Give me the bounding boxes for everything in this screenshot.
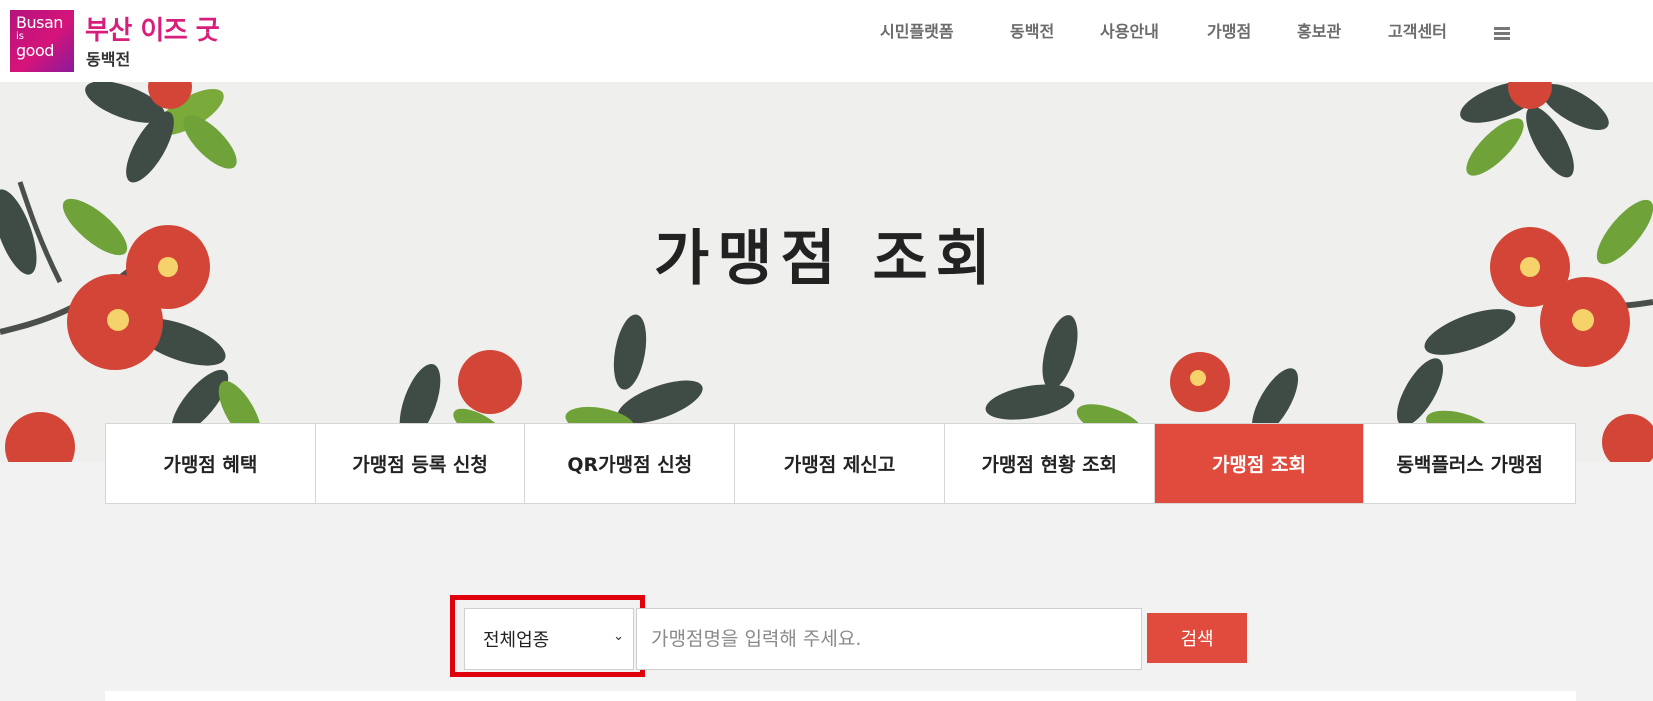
search-area: 전체업종 ⌄ 검색	[0, 504, 1653, 701]
nav-item-usage-guide[interactable]: 사용안내	[1100, 18, 1159, 42]
nav-item-citizen-platform[interactable]: 시민플랫폼	[880, 18, 954, 42]
tab-dongbaek-plus-merchants[interactable]: 동백플러스 가맹점	[1364, 424, 1576, 503]
tab-merchant-benefits[interactable]: 가맹점 혜택	[106, 424, 316, 503]
category-select[interactable]: 전체업종 ⌄	[464, 608, 634, 670]
nav-item-merchants[interactable]: 가맹점	[1207, 18, 1251, 42]
tab-merchant-status[interactable]: 가맹점 현황 조회	[944, 424, 1155, 503]
tab-merchant-registration[interactable]: 가맹점 등록 신청	[315, 424, 526, 503]
nav-item-dongbaekjeon[interactable]: 동백전	[1010, 18, 1054, 42]
brand-title[interactable]: 부산 이즈 굿	[85, 10, 220, 47]
merchant-name-input[interactable]	[636, 608, 1142, 670]
tab-merchant-search[interactable]: 가맹점 조회	[1154, 424, 1365, 503]
nav-item-pr-hall[interactable]: 홍보관	[1297, 18, 1341, 42]
page-title: 가맹점 조회	[654, 224, 999, 294]
brand-subtitle: 동백전	[86, 50, 131, 69]
chevron-down-icon: ⌄	[613, 629, 624, 644]
nav-item-customer-center[interactable]: 고객센터	[1388, 18, 1447, 42]
tab-merchant-report[interactable]: 가맹점 제신고	[735, 424, 945, 503]
hamburger-icon[interactable]	[1494, 27, 1510, 40]
tab-qr-merchant-application[interactable]: QR가맹점 신청	[525, 424, 736, 503]
site-header: Busan is good 부산 이즈 굿 동백전 시민플랫폼 동백전 사용안내…	[0, 0, 1653, 82]
busan-is-good-logo[interactable]: Busan is good	[10, 10, 74, 72]
search-button[interactable]: 검색	[1147, 613, 1247, 663]
results-panel	[105, 691, 1576, 701]
hero-banner: 가맹점 조회	[0, 82, 1653, 462]
merchant-tabs: 가맹점 혜택 가맹점 등록 신청 QR가맹점 신청 가맹점 제신고 가맹점 현황…	[105, 423, 1576, 504]
category-select-value: 전체업종	[483, 630, 550, 651]
